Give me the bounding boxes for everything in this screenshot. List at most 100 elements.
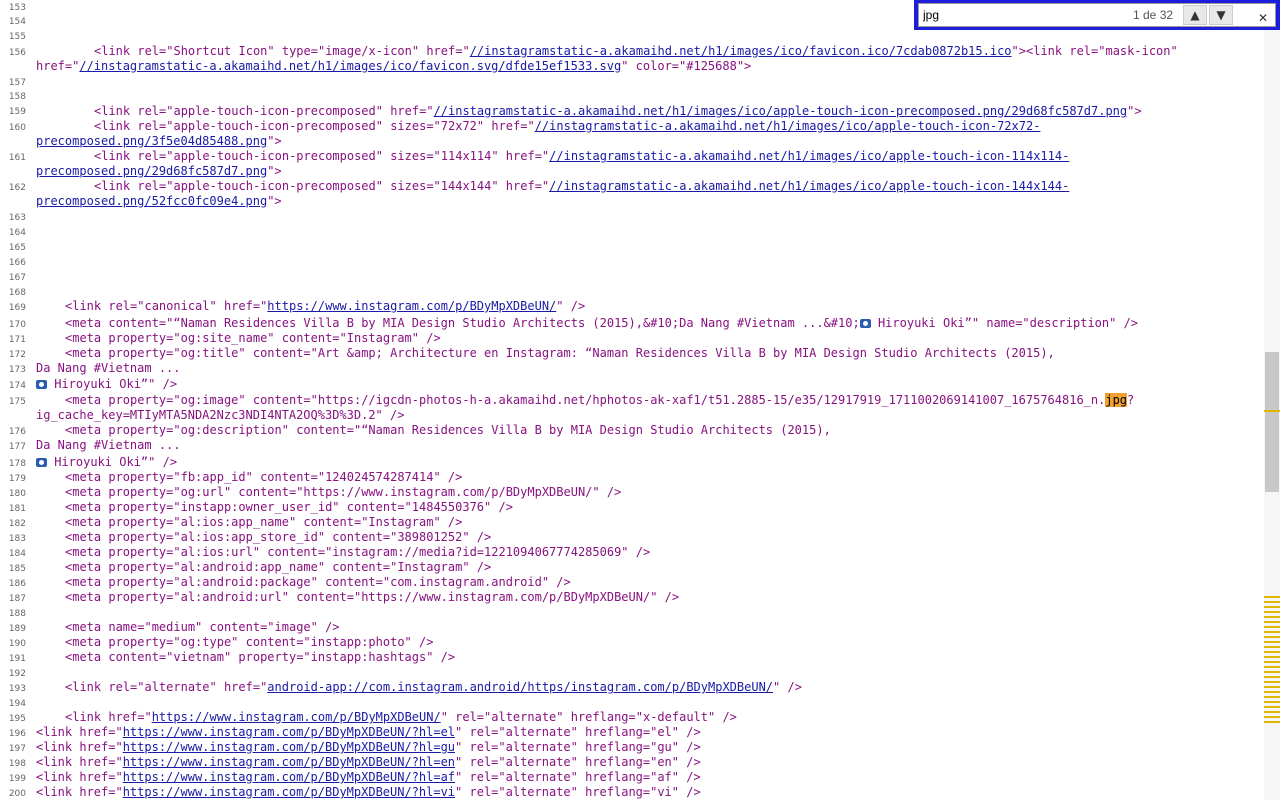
code-text: "><link rel="mask-icon" [1011, 44, 1178, 58]
code-text: Hiroyuki Oki”" name="description" /> [870, 316, 1139, 330]
code-line-162: <link rel="apple-touch-icon-precomposed"… [94, 179, 1069, 194]
code-link[interactable]: https://www.instagram.com/p/BDyMpXDBeUN/… [123, 740, 455, 754]
line-number: 153 [8, 3, 26, 13]
code-link[interactable]: //instagramstatic-a.akamaihd.net/h1/imag… [549, 149, 1069, 163]
line-number: 196 [8, 729, 26, 739]
line-number: 169 [8, 303, 26, 313]
line-number: 173 [8, 365, 26, 375]
chevron-up-icon: ▲ [1190, 8, 1200, 22]
code-text: <link rel="apple-touch-icon-precomposed"… [94, 179, 550, 193]
code-line-184: <meta property="al:ios:url" content="ins… [65, 545, 650, 560]
code-line-173: Da Nang #Vietnam ... [36, 361, 181, 376]
find-previous-button[interactable]: ▲ [1183, 5, 1207, 25]
code-link[interactable]: https://www.instagram.com/p/BDyMpXDBeUN/ [267, 299, 556, 313]
code-text: href=" [36, 59, 80, 73]
search-match-marker [1264, 671, 1280, 673]
search-match-marker [1264, 691, 1280, 693]
line-number: 194 [8, 699, 26, 709]
scrollbar-thumb[interactable] [1265, 352, 1279, 492]
line-number: 199 [8, 774, 26, 784]
search-match-marker [1264, 656, 1280, 658]
code-link[interactable]: //instagramstatic-a.akamaihd.net/h1/imag… [549, 179, 1069, 193]
line-number: 162 [8, 183, 26, 193]
code-link[interactable]: https://www.instagram.com/p/BDyMpXDBeUN/… [123, 785, 455, 799]
line-number: 186 [8, 579, 26, 589]
code-text: <meta property="og:description" content=… [65, 423, 831, 437]
code-text: <link rel="canonical" href=" [65, 299, 268, 313]
line-number: 158 [8, 92, 26, 102]
code-link[interactable]: https://www.instagram.com/p/BDyMpXDBeUN/… [123, 755, 455, 769]
find-close-button[interactable]: ✕ [1255, 10, 1271, 26]
code-line-161-wrap: precomposed.png/29d68fc587d7.png"> [36, 164, 282, 179]
line-number: 181 [8, 504, 26, 514]
line-number: 157 [8, 78, 26, 88]
line-number: 184 [8, 549, 26, 559]
code-text: <meta content="vietnam" property="instap… [65, 650, 456, 664]
line-number: 185 [8, 564, 26, 574]
code-line-198: <link href="https://www.instagram.com/p/… [36, 755, 701, 770]
code-text: <meta property="og:image" content="https… [65, 393, 1106, 407]
search-match-marker [1264, 666, 1280, 668]
line-number: 170 [8, 320, 26, 330]
code-text: "> [267, 194, 282, 208]
find-next-button[interactable]: ▼ [1209, 5, 1233, 25]
code-text: <link rel="apple-touch-icon-precomposed"… [94, 149, 550, 163]
line-number: 155 [8, 32, 26, 42]
vertical-scrollbar[interactable] [1264, 30, 1280, 800]
code-line-193: <link rel="alternate" href="android-app:… [65, 680, 802, 695]
line-number: 176 [8, 427, 26, 437]
code-line-176: <meta property="og:description" content=… [65, 423, 831, 438]
code-link[interactable]: precomposed.png/52fcc0fc09e4.png [36, 194, 267, 208]
code-line-191: <meta content="vietnam" property="instap… [65, 650, 455, 665]
code-line-160-wrap: precomposed.png/3f5e04d85488.png"> [36, 134, 282, 149]
code-link[interactable]: precomposed.png/29d68fc587d7.png [36, 164, 267, 178]
line-number: 177 [8, 442, 26, 452]
code-link[interactable]: https://www.instagram.com/p/BDyMpXDBeUN/ [152, 710, 441, 724]
code-text: <meta property="og:site_name" content="I… [65, 331, 441, 345]
code-link[interactable]: //instagramstatic-a.akamaihd.net/h1/imag… [470, 44, 1012, 58]
code-text: <link href=" [36, 725, 123, 739]
search-match-marker [1264, 596, 1280, 598]
line-number: 165 [8, 243, 26, 253]
code-link[interactable]: https://www.instagram.com/p/BDyMpXDBeUN/… [123, 770, 455, 784]
code-text: <meta property="og:type" content="instap… [65, 635, 434, 649]
line-number: 182 [8, 519, 26, 529]
code-text: <meta property="al:android:app_name" con… [65, 560, 492, 574]
code-line-169: <link rel="canonical" href="https://www.… [65, 299, 585, 314]
search-match-marker [1264, 686, 1280, 688]
search-match-marker [1264, 676, 1280, 678]
code-text: Da Nang #Vietnam ... [36, 438, 181, 452]
search-match-marker [1264, 701, 1280, 703]
code-link[interactable]: https://www.instagram.com/p/BDyMpXDBeUN/… [123, 725, 455, 739]
line-number: 168 [8, 288, 26, 298]
search-match-marker [1264, 641, 1280, 643]
code-line-182: <meta property="al:ios:app_name" content… [65, 515, 462, 530]
code-text: Hiroyuki Oki”" /> [47, 455, 178, 469]
code-text: <link rel="apple-touch-icon-precomposed"… [94, 104, 434, 118]
line-number: 159 [8, 107, 26, 117]
code-link[interactable]: precomposed.png/3f5e04d85488.png [36, 134, 267, 148]
code-link[interactable]: //instagramstatic-a.akamaihd.net/h1/imag… [535, 119, 1041, 133]
line-number: 160 [8, 123, 26, 133]
code-line-170: <meta content="“Naman Residences Villa B… [65, 316, 1138, 331]
code-text: <meta name="medium" content="image" /> [65, 620, 340, 634]
code-text: <link href=" [36, 770, 123, 784]
line-number: 193 [8, 684, 26, 694]
code-text: <meta property="og:url" content="https:/… [65, 485, 622, 499]
search-match-marker [1264, 706, 1280, 708]
code-text: " rel="alternate" hreflang="af" /> [455, 770, 701, 784]
code-line-160: <link rel="apple-touch-icon-precomposed"… [94, 119, 1040, 134]
code-link[interactable]: android-app://com.instagram.android/http… [267, 680, 773, 694]
search-match-marker [1264, 601, 1280, 603]
search-match-marker [1264, 611, 1280, 613]
source-code-view: <link rel="Shortcut Icon" type="image/x-… [36, 0, 1264, 800]
close-icon: ✕ [1257, 11, 1269, 25]
code-text: " rel="alternate" hreflang="x-default" /… [440, 710, 737, 724]
code-text: " /> [773, 680, 802, 694]
code-text: <meta property="instapp:owner_user_id" c… [65, 500, 513, 514]
line-number: 188 [8, 609, 26, 619]
code-link[interactable]: //instagramstatic-a.akamaihd.net/h1/imag… [79, 59, 621, 73]
find-input[interactable] [921, 6, 1125, 24]
code-link[interactable]: //instagramstatic-a.akamaihd.net/h1/imag… [434, 104, 1128, 118]
search-match-marker [1264, 636, 1280, 638]
